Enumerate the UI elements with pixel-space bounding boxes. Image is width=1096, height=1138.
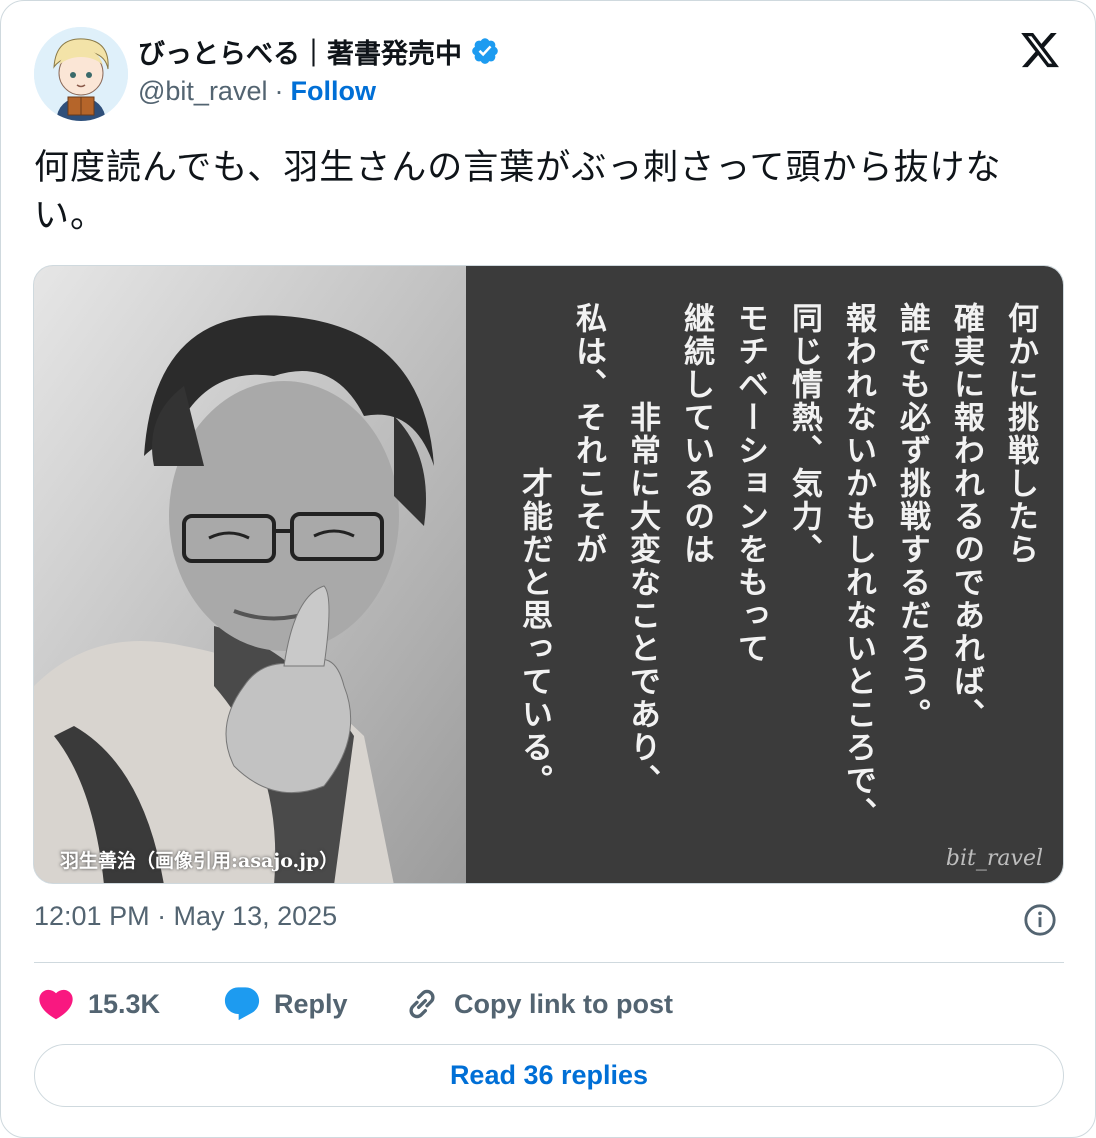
- quote-line: 同じ情熱、気力、: [786, 302, 822, 566]
- divider: [34, 962, 1064, 963]
- link-icon: [409, 989, 435, 1019]
- like-count: 15.3K: [88, 988, 161, 1019]
- quote-line: 誰でも必ず挑戦するだろう。: [894, 302, 930, 731]
- quote-line: 確実に報われるのであれば、: [948, 302, 984, 731]
- reply-bubble-icon: [224, 987, 260, 1021]
- heart-icon: [39, 989, 73, 1020]
- photo-panel: 羽生善治（画像引用:asajo.jp）: [34, 266, 466, 883]
- quote-line: 非常に大変なことであり、: [624, 302, 660, 797]
- quote-line: 報われないかもしれないところで、: [840, 302, 876, 830]
- verified-badge-icon: [470, 36, 500, 66]
- tweet-card: びっとらべる｜著書発売中 @bit_ravel · Follow 何度読んでも、…: [0, 0, 1096, 1138]
- author-display-name[interactable]: びっとらべる｜著書発売中: [138, 32, 462, 71]
- portrait-photo: [34, 266, 466, 883]
- quote-line: 私は、それこそが: [570, 302, 606, 566]
- quote-panel: 何かに挑戦したら 確実に報われるのであれば、 誰でも必ず挑戦するだろう。 報われ…: [466, 266, 1063, 883]
- quote-line: 継続しているのは: [678, 302, 714, 566]
- read-replies-label: Read 36 replies: [449, 1060, 649, 1090]
- quote-line: 才能だと思っている。: [516, 302, 552, 797]
- author-name-row: びっとらべる｜著書発売中: [138, 31, 500, 71]
- signature: bit_ravel: [945, 846, 1043, 871]
- like-button[interactable]: 15.3K: [36, 979, 160, 1029]
- reply-label: Reply: [274, 988, 348, 1019]
- tweet-text: 何度読んでも、羽生さんの言葉がぶっ刺さって頭から抜けない。: [34, 148, 1002, 236]
- follow-button[interactable]: Follow: [290, 76, 375, 107]
- action-bar: 15.3K Reply Copy link to post: [34, 979, 1064, 1029]
- avatar-illustration: [34, 27, 128, 121]
- quote-line: モチベーションをもって: [732, 302, 768, 665]
- author-handle-row: @bit_ravel · Follow: [138, 73, 376, 109]
- copy-link-button[interactable]: Copy link to post: [402, 979, 673, 1029]
- quote-line: 何かに挑戦したら: [1002, 302, 1038, 566]
- tweet-image[interactable]: 羽生善治（画像引用:asajo.jp） 何かに挑戦したら 確実に報われるのであれ…: [33, 265, 1064, 884]
- info-icon[interactable]: [1023, 903, 1057, 937]
- x-logo-icon[interactable]: [1017, 29, 1063, 71]
- read-replies-button[interactable]: Read 36 replies: [34, 1044, 1064, 1107]
- reply-button[interactable]: Reply: [222, 979, 348, 1029]
- separator-dot: ·: [274, 75, 284, 106]
- author-handle[interactable]: @bit_ravel: [138, 76, 267, 107]
- tweet-timestamp[interactable]: 12:01 PM · May 13, 2025: [34, 901, 337, 932]
- photo-credit: 羽生善治（画像引用:asajo.jp）: [60, 850, 339, 872]
- avatar[interactable]: [34, 27, 128, 121]
- copy-link-label: Copy link to post: [454, 988, 673, 1019]
